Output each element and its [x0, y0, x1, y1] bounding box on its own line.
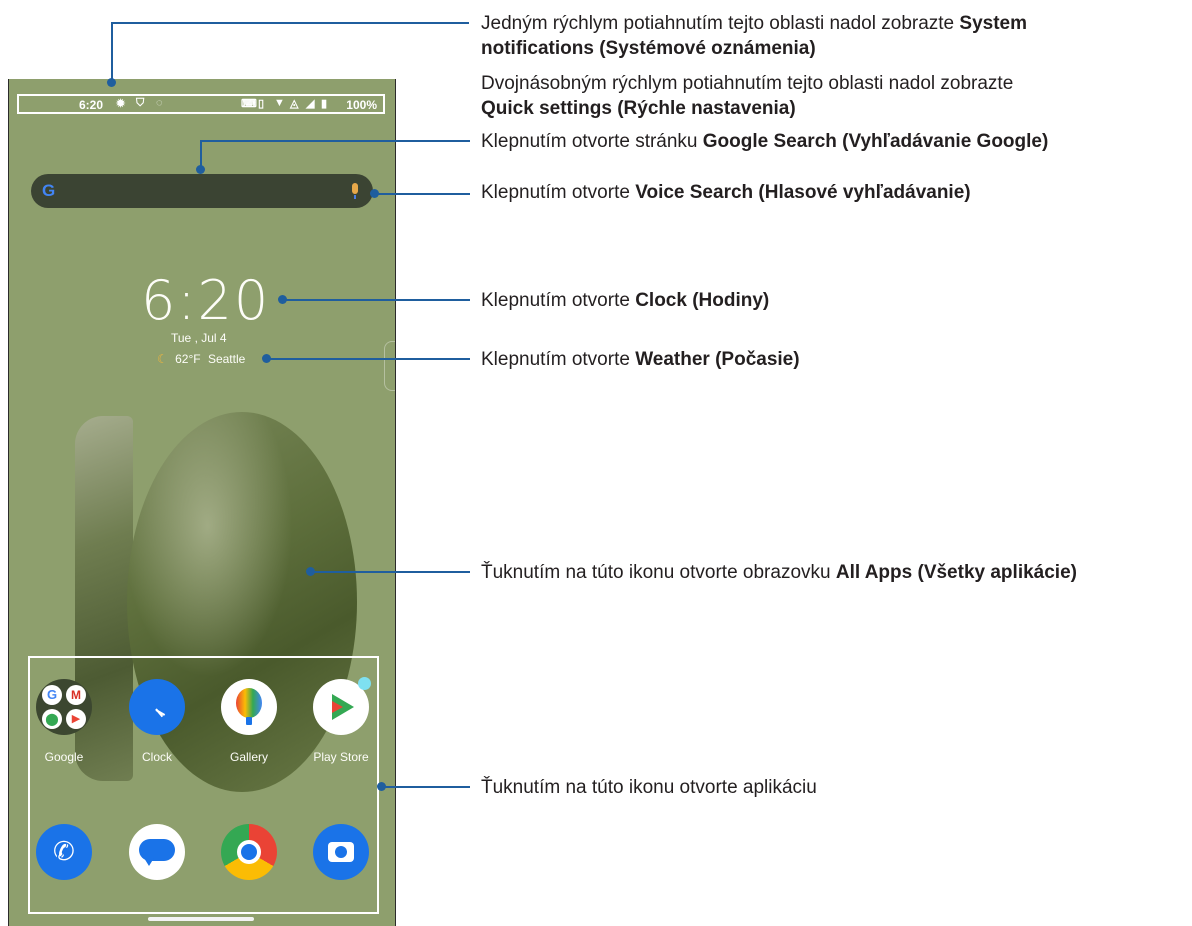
vibrate-icon: ▯: [258, 98, 265, 110]
callout-bold: Weather (Počasie): [635, 349, 800, 370]
callout-bold: Clock (Hodiny): [635, 290, 770, 311]
gallery-icon: [221, 679, 277, 735]
callout-line-weather: [267, 358, 470, 360]
callout-dot-statusbar: [107, 78, 116, 87]
weather-temp: 62°F: [175, 352, 201, 366]
callout-line-search-h: [200, 140, 470, 142]
keyboard-icon: ⌨: [241, 98, 257, 110]
battery-percent: 100%: [346, 98, 377, 112]
data-saver-icon: ◌: [156, 97, 163, 109]
callout-text: Klepnutím otvorte: [481, 349, 636, 370]
app-google[interactable]: G M ⬤ ▶ Google: [24, 679, 104, 764]
callout-text: Jedným rýchlym potiahnutím tejto oblasti…: [481, 13, 960, 34]
callout-apps: Ťuknutím na túto ikonu otvorte aplikáciu: [481, 775, 817, 800]
shield-icon: ⛉: [136, 97, 145, 109]
callout-line-allapps: [311, 571, 470, 573]
callout-text: Dvojnásobným rýchlym potiahnutím tejto o…: [481, 73, 1014, 94]
app-label: Play Store: [313, 750, 369, 764]
status-bar[interactable]: 6:20 ✹ ⛉ ◌ ⌨ ▯ ▼ ◬ ◢ ▮ 100%: [17, 94, 385, 114]
google-logo-icon: G: [42, 181, 56, 200]
messages-icon: [129, 824, 185, 880]
callout-text: Klepnutím otvorte stránku: [481, 131, 703, 152]
callout-text: Ťuknutím na túto ikonu otvorte aplikáciu: [481, 777, 817, 798]
callout-bold: notifications (Systémové oznámenia): [481, 38, 816, 59]
chrome-icon: [221, 824, 277, 880]
app-gallery[interactable]: Gallery: [209, 679, 289, 764]
weather-widget[interactable]: ☾ 62°F Seattle: [157, 352, 245, 366]
callout-text: Ťuknutím na túto ikonu otvorte obrazovku: [481, 562, 836, 583]
callout-line-clock: [283, 299, 470, 301]
clock-widget-time[interactable]: 6:20: [141, 269, 270, 332]
google-search-bar[interactable]: G: [31, 174, 373, 208]
callout-notifications: Jedným rýchlym potiahnutím tejto oblasti…: [481, 11, 1027, 61]
battery-icon: ▮: [321, 98, 328, 110]
moon-icon: ☾: [157, 352, 168, 366]
play-store-icon: [313, 677, 371, 735]
app-phone[interactable]: ✆: [24, 824, 104, 880]
callout-bold: Google Search (Vyhľadávanie Google): [702, 131, 1049, 152]
callout-quick-settings: Dvojnásobným rýchlym potiahnutím tejto o…: [481, 71, 1013, 121]
callout-line-statusbar-h: [111, 22, 469, 24]
app-label: Google: [44, 750, 84, 764]
signal-icon: ◢: [306, 98, 315, 110]
callout-voice-search: Klepnutím otvorte Voice Search (Hlasové …: [481, 180, 971, 205]
clock-widget-date: Tue , Jul 4: [171, 331, 227, 345]
app-label: Gallery: [229, 750, 268, 764]
hotspot-icon: ◬: [290, 98, 299, 110]
wifi-icon: ▼: [274, 97, 285, 109]
callout-text: Klepnutím otvorte: [481, 182, 636, 203]
callout-dot-search: [196, 165, 205, 174]
mic-icon[interactable]: [352, 183, 358, 199]
side-panel-handle[interactable]: [384, 341, 395, 391]
app-play-store[interactable]: Play Store: [301, 677, 381, 764]
callout-bold: All Apps (Všetky aplikácie): [835, 562, 1077, 583]
clock-icon: [129, 679, 185, 735]
app-messages[interactable]: [117, 824, 197, 880]
status-time: 6:20: [79, 98, 104, 112]
gesture-nav-pill[interactable]: [148, 917, 254, 921]
callout-clock: Klepnutím otvorte Clock (Hodiny): [481, 288, 769, 313]
callout-text: Klepnutím otvorte: [481, 290, 636, 311]
callout-weather: Klepnutím otvorte Weather (Počasie): [481, 347, 800, 372]
camera-icon: [313, 824, 369, 880]
google-folder-icon: G M ⬤ ▶: [36, 679, 92, 735]
app-chrome[interactable]: [209, 824, 289, 880]
weather-city: Seattle: [207, 352, 246, 366]
callout-bold: System: [959, 13, 1028, 34]
callout-line-statusbar-v: [111, 22, 113, 82]
phone-icon: ✆: [36, 824, 92, 880]
callout-all-apps: Ťuknutím na túto ikonu otvorte obrazovku…: [481, 560, 1077, 585]
callout-google-search: Klepnutím otvorte stránku Google Search …: [481, 129, 1048, 154]
callout-bold: Voice Search (Hlasové vyhľadávanie): [635, 182, 971, 203]
callout-line-voice: [374, 193, 470, 195]
app-label: Clock: [141, 750, 172, 764]
phone-screen: 6:20 ✹ ⛉ ◌ ⌨ ▯ ▼ ◬ ◢ ▮ 100% G 6:20 Tue ,…: [8, 79, 396, 926]
callout-bold: Quick settings (Rýchle nastavenia): [481, 98, 796, 119]
callout-line-apps: [382, 786, 470, 788]
app-clock[interactable]: Clock: [117, 679, 197, 764]
settings-icon: ✹: [116, 98, 126, 110]
app-camera[interactable]: [301, 824, 381, 880]
